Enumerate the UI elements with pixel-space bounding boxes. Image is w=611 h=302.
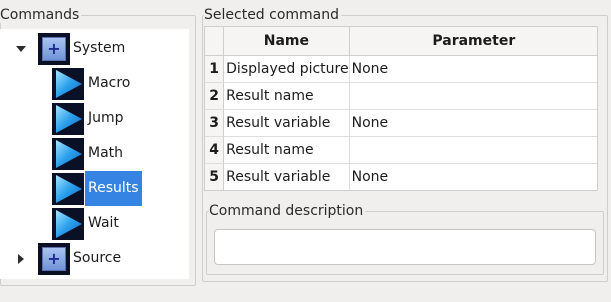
chevron-down-icon[interactable] — [15, 43, 27, 55]
table-row[interactable]: 1 Displayed picture None — [205, 55, 597, 83]
cell-parameter[interactable] — [349, 82, 597, 110]
tree-item-results[interactable]: Results — [0, 171, 189, 206]
cell-parameter[interactable]: None — [349, 55, 597, 83]
tree-item-label: Wait — [88, 215, 119, 231]
cell-name[interactable]: Displayed picture — [223, 55, 350, 83]
row-number[interactable]: 4 — [205, 136, 225, 164]
system-icon: + — [38, 243, 70, 275]
tree-item-label: Source — [73, 250, 122, 266]
play-icon — [52, 208, 84, 240]
play-icon — [52, 138, 84, 170]
tree-item-label: Math — [88, 145, 124, 161]
tree-item-math[interactable]: Math — [0, 136, 189, 171]
tree-item-label: System — [73, 40, 126, 56]
parameters-table[interactable]: Name Parameter 1 Displayed picture None … — [204, 26, 598, 191]
command-tree[interactable]: + System Macro Jump Math Results Wait + … — [0, 29, 189, 279]
corner-header — [205, 27, 225, 56]
column-header-name[interactable]: Name — [223, 27, 350, 56]
chevron-right-icon[interactable] — [15, 253, 27, 265]
cell-name[interactable]: Result variable — [223, 109, 350, 137]
selected-command-title: Selected command — [204, 7, 342, 23]
system-icon: + — [38, 33, 70, 65]
tree-item-label: Macro — [88, 75, 131, 91]
cell-name[interactable]: Result variable — [223, 163, 350, 190]
tree-item-label: Jump — [88, 110, 124, 126]
tree-item-macro[interactable]: Macro — [0, 66, 189, 101]
tree-item-system[interactable]: + System — [0, 31, 189, 66]
row-number[interactable]: 5 — [205, 163, 225, 190]
cell-name[interactable]: Result name — [223, 136, 350, 164]
play-icon — [52, 68, 84, 100]
row-number[interactable]: 3 — [205, 109, 225, 137]
tree-item-wait[interactable]: Wait — [0, 206, 189, 241]
table-row[interactable]: 5 Result variable None — [205, 163, 597, 190]
commands-title: Commands — [0, 7, 82, 23]
command-description-field[interactable] — [214, 229, 596, 265]
cell-parameter[interactable]: None — [349, 109, 597, 137]
table-row[interactable]: 3 Result variable None — [205, 109, 597, 137]
row-number[interactable]: 2 — [205, 82, 225, 110]
play-icon — [52, 103, 84, 135]
cell-name[interactable]: Result name — [223, 82, 350, 110]
table-row[interactable]: 4 Result name — [205, 136, 597, 164]
tree-item-label: Results — [85, 171, 142, 206]
play-icon — [52, 173, 84, 205]
cell-parameter[interactable]: None — [349, 163, 597, 190]
tree-item-source[interactable]: + Source — [0, 241, 189, 276]
tree-item-jump[interactable]: Jump — [0, 101, 189, 136]
column-header-parameter[interactable]: Parameter — [349, 27, 597, 56]
table-row[interactable]: 2 Result name — [205, 82, 597, 110]
command-description-title: Command description — [209, 203, 366, 219]
cell-parameter[interactable] — [349, 136, 597, 164]
row-number[interactable]: 1 — [205, 55, 225, 83]
